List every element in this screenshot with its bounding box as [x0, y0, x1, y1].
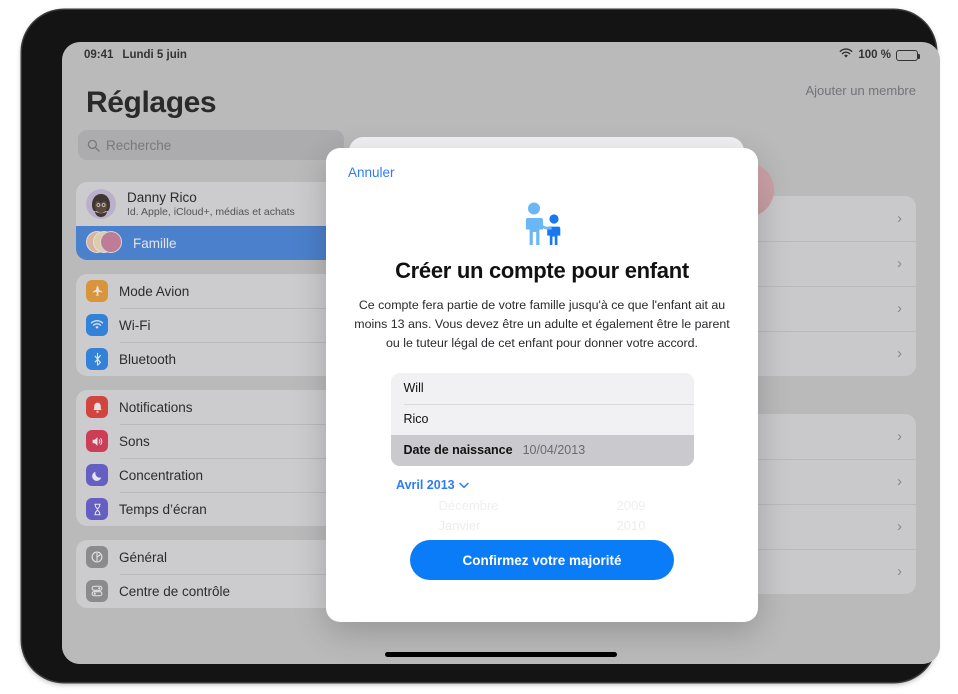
home-indicator: [385, 652, 617, 657]
battery-percent-label: 100 %: [858, 49, 891, 61]
chevron-right-icon: ›: [897, 428, 902, 446]
sidebar-item-label-famille: Famille: [133, 235, 177, 251]
moon-icon: [86, 464, 108, 486]
ipad-device-frame: 09:41 Lundi 5 juin 100 % Réglages Recher…: [22, 10, 940, 682]
status-bar-left: 09:41 Lundi 5 juin: [84, 49, 187, 61]
sidebar-item-general[interactable]: Général: [76, 540, 346, 574]
sidebar-item-label: Concentration: [119, 467, 204, 483]
month-year-toggle[interactable]: Avril 2013: [396, 478, 469, 492]
status-date: Lundi 5 juin: [122, 49, 187, 61]
chevron-right-icon: ›: [897, 345, 902, 362]
sheet-title: Créer un compte pour enfant: [395, 258, 689, 283]
sidebar-item-label: Bluetooth: [119, 351, 177, 367]
sidebar-item-label: Sons: [119, 433, 150, 449]
birthdate-value: 10/04/2013: [522, 443, 586, 458]
chevron-right-icon: ›: [897, 473, 902, 491]
sidebar-item-temps-decran[interactable]: Temps d’écran: [76, 492, 346, 526]
sidebar-item-label: Notifications: [119, 399, 193, 415]
chevron-right-icon: ›: [897, 300, 902, 317]
gear-icon: [86, 546, 108, 568]
chevron-right-icon: ›: [897, 563, 902, 581]
add-member-button[interactable]: Ajouter un membre: [805, 83, 916, 98]
last-name-field[interactable]: Rico: [391, 403, 694, 435]
sidebar-item-apple-account[interactable]: Danny Rico Id. Apple, iCloud+, médias et…: [76, 182, 346, 226]
month-year-label: Avril 2013: [396, 477, 455, 492]
account-group: Danny Rico Id. Apple, iCloud+, médias et…: [76, 182, 346, 260]
detail-header: Ajouter un membre: [360, 68, 940, 112]
memoji-avatar: [86, 189, 116, 219]
child-account-form: Will Rico Date de naissance 10/04/2013: [390, 372, 694, 466]
control-center-icon: [86, 580, 108, 602]
status-time: 09:41: [84, 49, 114, 61]
first-name-field[interactable]: Will: [391, 373, 694, 404]
picker-month: Décembre: [438, 498, 499, 514]
search-placeholder: Recherche: [106, 137, 172, 153]
family-avatars: [86, 231, 122, 255]
hourglass-icon: [86, 498, 108, 520]
general-group: Général Centre de contrôle: [76, 540, 346, 608]
birthdate-label: Date de naissance: [403, 443, 513, 458]
chevron-right-icon: ›: [897, 210, 902, 227]
account-subtitle: Id. Apple, iCloud+, médias et achats: [127, 206, 295, 218]
picker-year: 2010: [616, 518, 646, 534]
status-bar-right: 100 %: [839, 48, 921, 62]
status-bar: 09:41 Lundi 5 juin 100 %: [62, 42, 940, 68]
chevron-right-icon: ›: [897, 518, 902, 536]
confirm-majority-button[interactable]: Confirmez votre majorité: [410, 540, 674, 580]
bell-icon: [86, 396, 108, 418]
sidebar-item-centre-de-controle[interactable]: Centre de contrôle: [76, 574, 346, 608]
search-icon: [87, 139, 100, 152]
sidebar-item-famille[interactable]: Famille: [76, 226, 346, 260]
sidebar-item-label: Général: [119, 549, 168, 565]
cancel-button[interactable]: Annuler: [348, 165, 395, 180]
sidebar-item-label: Mode Avion: [119, 283, 190, 299]
picker-row[interactable]: Janvier 2010: [391, 516, 694, 536]
create-child-account-sheet: Annuler Créer un compte pour enfant Ce c…: [326, 148, 758, 622]
picker-row[interactable]: Décembre 2009: [391, 496, 694, 516]
search-input[interactable]: Recherche: [78, 130, 344, 160]
sidebar-item-label: Wi-Fi: [119, 317, 151, 333]
last-name-value: Rico: [403, 412, 429, 427]
picker-year: 2009: [616, 498, 646, 514]
connectivity-group: Mode Avion Wi-Fi Bluetooth: [76, 274, 346, 376]
battery-full-icon: [896, 49, 921, 61]
wifi-icon: [86, 314, 108, 336]
picker-month: Janvier: [438, 518, 481, 534]
notifications-group: Notifications Sons Concentration Temps d…: [76, 390, 346, 526]
sidebar-item-wifi[interactable]: Wi-Fi: [76, 308, 346, 342]
bluetooth-icon: [86, 348, 108, 370]
ipad-screen: 09:41 Lundi 5 juin 100 % Réglages Recher…: [62, 42, 940, 664]
first-name-value: Will: [403, 381, 424, 396]
page-title: Réglages: [86, 86, 217, 119]
sidebar-item-label: Temps d’écran: [119, 501, 207, 517]
sidebar-item-notifications[interactable]: Notifications: [76, 390, 346, 424]
birthdate-field[interactable]: Date de naissance 10/04/2013: [390, 434, 694, 466]
speaker-icon: [86, 430, 108, 452]
account-name: Danny Rico: [127, 190, 197, 205]
chevron-right-icon: ›: [897, 255, 902, 272]
chevron-down-icon: [458, 478, 469, 492]
sidebar-item-concentration[interactable]: Concentration: [76, 458, 346, 492]
sidebar-item-sons[interactable]: Sons: [76, 424, 346, 458]
sidebar-item-bluetooth[interactable]: Bluetooth: [76, 342, 346, 376]
airplane-icon: [86, 280, 108, 302]
sidebar-item-mode-avion[interactable]: Mode Avion: [76, 274, 346, 308]
wifi-icon: [839, 48, 853, 62]
settings-sidebar: Réglages Recherche Danny Rico Id. Apple,…: [62, 68, 360, 664]
sheet-description: Ce compte fera partie de votre famille j…: [354, 298, 730, 350]
sidebar-item-label: Centre de contrôle: [119, 583, 231, 599]
family-figures-icon: [514, 200, 570, 248]
